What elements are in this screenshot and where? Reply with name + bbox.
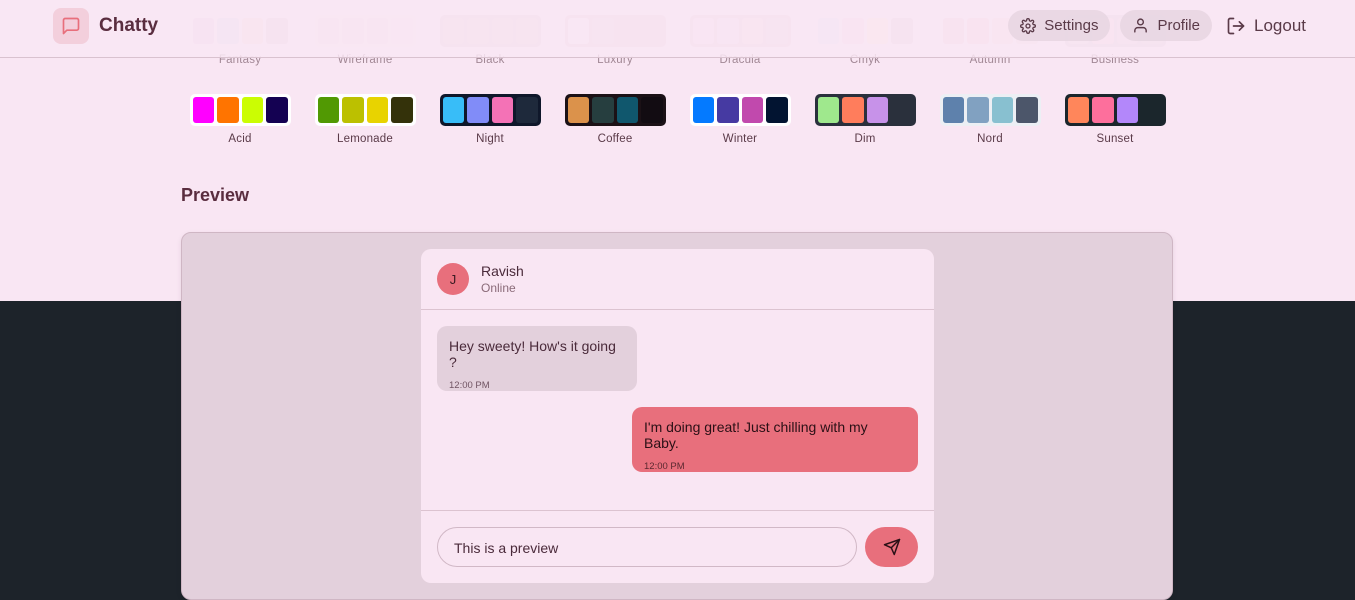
theme-swatch	[689, 94, 791, 126]
app-name: Chatty	[99, 15, 159, 36]
swatch-color	[317, 97, 339, 123]
swatch-color	[266, 97, 288, 123]
theme-label: Lemonade	[337, 133, 393, 145]
message-time: 12:00 PM	[644, 461, 685, 472]
swatch-color	[991, 97, 1013, 123]
theme-label: Night	[476, 133, 504, 145]
swatch-color	[842, 97, 864, 123]
swatch-color	[192, 97, 214, 123]
message-text: Hey sweety! How's it going ?	[449, 338, 616, 370]
theme-label: Winter	[722, 133, 758, 145]
swatch-color	[942, 97, 964, 123]
swatch-color	[817, 97, 839, 123]
swatch-color	[1141, 97, 1163, 123]
theme-option-dim[interactable]: Dim	[810, 94, 920, 145]
message-bubble-sent: I'm doing great! Just chilling with my B…	[632, 407, 918, 472]
swatch-color	[516, 97, 538, 123]
theme-label: Nord	[977, 133, 1003, 145]
logout-label: Logout	[1254, 15, 1306, 35]
swatch-color	[967, 97, 989, 123]
theme-option-acid[interactable]: Acid	[185, 94, 295, 145]
swatch-color	[366, 97, 388, 123]
theme-label: Coffee	[597, 133, 633, 145]
swatch-color	[891, 97, 913, 123]
chat-preview-card: J Ravish Online Hey sweety! How's it goi…	[421, 249, 934, 583]
swatch-color	[866, 97, 888, 123]
swatch-color	[567, 97, 589, 123]
swatch-color	[692, 97, 714, 123]
contact-status: Online	[481, 281, 516, 295]
theme-swatch	[439, 94, 541, 126]
swatch-color	[766, 97, 788, 123]
logout-icon	[1227, 17, 1245, 34]
theme-label: Dim	[854, 133, 876, 145]
swatch-color	[592, 97, 614, 123]
swatch-color	[217, 97, 239, 123]
theme-swatch	[814, 94, 916, 126]
theme-swatch	[189, 94, 291, 126]
gear-icon	[1020, 17, 1037, 34]
send-icon	[883, 538, 900, 556]
swatch-color	[1016, 97, 1038, 123]
swatch-color	[1067, 97, 1089, 123]
theme-swatch	[1064, 94, 1166, 126]
theme-option-night[interactable]: Night	[435, 94, 545, 145]
message-input[interactable]: This is a preview	[437, 527, 857, 567]
theme-option-lemonade[interactable]: Lemonade	[310, 94, 420, 145]
chat-header: J Ravish Online	[421, 249, 934, 310]
theme-option-coffee[interactable]: Coffee	[560, 94, 670, 145]
message-bubble-received: Hey sweety! How's it going ? 12:00 PM	[437, 326, 637, 391]
swatch-color	[391, 97, 413, 123]
swatch-color	[467, 97, 489, 123]
preview-frame: J Ravish Online Hey sweety! How's it goi…	[181, 232, 1173, 600]
theme-swatch	[564, 94, 666, 126]
nav-actions: Settings Profile Logout	[1008, 10, 1310, 41]
settings-button[interactable]: Settings	[1008, 10, 1111, 41]
logout-button[interactable]: Logout	[1222, 10, 1310, 41]
swatch-color	[741, 97, 763, 123]
swatch-color	[442, 97, 464, 123]
brand-link[interactable]: Chatty	[53, 8, 158, 44]
message-text: I'm doing great! Just chilling with my B…	[644, 419, 868, 451]
swatch-color	[1116, 97, 1138, 123]
profile-button[interactable]: Profile	[1120, 10, 1212, 41]
theme-label: Acid	[228, 133, 252, 145]
theme-label: Sunset	[1096, 133, 1134, 145]
preview-title: Preview	[181, 185, 250, 205]
theme-option-winter[interactable]: Winter	[685, 94, 795, 145]
theme-swatch	[939, 94, 1041, 126]
message-list: Hey sweety! How's it going ? 12:00 PM I'…	[421, 310, 934, 510]
avatar: J	[437, 263, 469, 295]
swatch-color	[1092, 97, 1114, 123]
theme-option-nord[interactable]: Nord	[935, 94, 1045, 145]
message-time: 12:00 PM	[449, 380, 490, 391]
user-icon	[1134, 18, 1148, 33]
profile-label: Profile	[1157, 17, 1200, 34]
swatch-color	[491, 97, 513, 123]
swatch-color	[241, 97, 263, 123]
message-composer: This is a preview	[421, 510, 934, 583]
swatch-color	[616, 97, 638, 123]
theme-option-sunset[interactable]: Sunset	[1060, 94, 1170, 145]
send-button[interactable]	[865, 527, 918, 567]
theme-swatch	[314, 94, 416, 126]
swatch-color	[342, 97, 364, 123]
contact-name: Ravish	[481, 263, 524, 279]
settings-label: Settings	[1044, 17, 1099, 34]
swatch-color	[641, 97, 663, 123]
message-square-icon	[53, 8, 89, 44]
swatch-color	[717, 97, 739, 123]
